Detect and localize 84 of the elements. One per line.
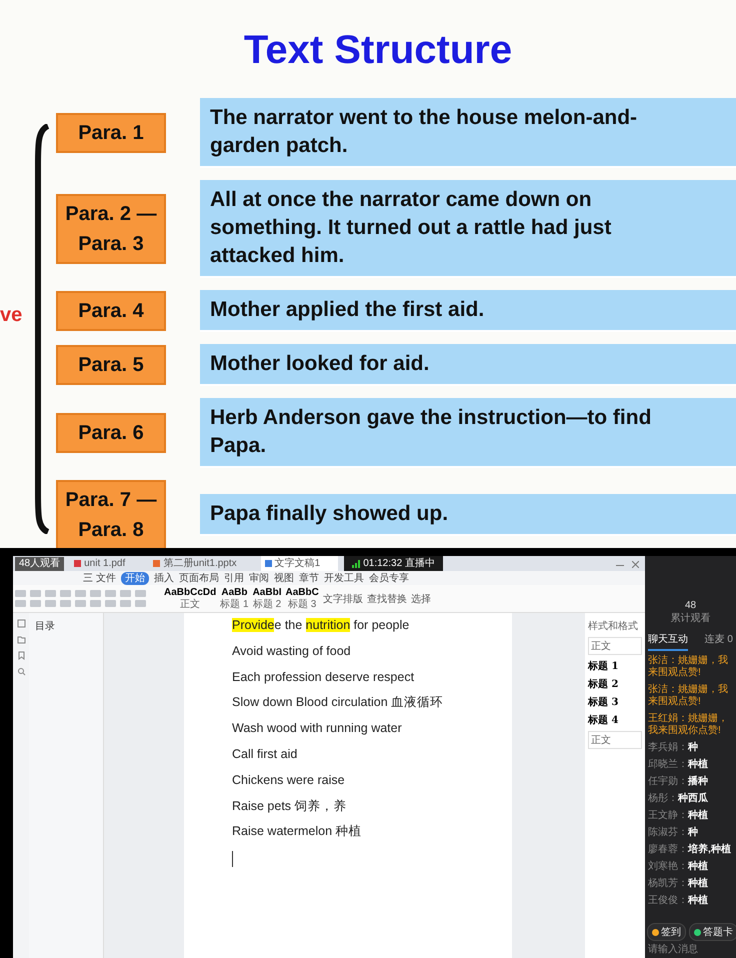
style-field[interactable]: 正文	[588, 637, 642, 655]
chat-message: 任宇勋：播种	[648, 776, 709, 788]
heading-style[interactable]: 标题 3	[588, 695, 642, 709]
toolbar-tool[interactable]: 选择	[410, 592, 431, 606]
toolbar-tool[interactable]: 查找替换	[366, 592, 407, 606]
menu-tab[interactable]: 视图	[274, 572, 294, 584]
view-count-label: 累计观看	[670, 612, 712, 626]
document-line: Providee the nutrition for people	[232, 617, 410, 634]
minimize-icon[interactable]	[616, 564, 624, 566]
pane-title: 目录	[35, 621, 55, 632]
document-line: Raise watermelon 种植	[232, 823, 363, 840]
summary-text: All at once the narrator came down on something. It turned out a rattle had just attacked him.	[200, 180, 736, 278]
file-tab[interactable]: unit 1.pdf	[70, 556, 144, 571]
style-field[interactable]: 正文	[588, 731, 642, 749]
document-line: Each profession deserve respect	[232, 668, 416, 686]
menu-tab[interactable]: 引用	[224, 572, 244, 584]
file-icon	[153, 560, 160, 567]
heading-style[interactable]: 标题 2	[588, 677, 642, 691]
side-label: ve	[0, 304, 22, 327]
chat-message: 陈淑芬：种	[648, 827, 699, 839]
menu-tab[interactable]: 开始	[120, 572, 149, 584]
heading-style[interactable]: 标题 1	[588, 659, 642, 673]
menu-tab[interactable]: 插入	[154, 572, 174, 584]
document-line: Wash wood with running water	[232, 720, 403, 738]
chat-message: 李兵娟：种	[648, 742, 699, 754]
close-icon[interactable]	[632, 560, 639, 568]
chat-message: 张洁：姚姗姗，我来围观点赞!	[648, 684, 729, 708]
paragraph-label: Para. 2 — Para. 3	[56, 194, 166, 264]
menu-tab[interactable]: 三 文件	[83, 572, 116, 584]
live-status: 01:12:32 直播中	[344, 556, 443, 571]
view-count: 48	[684, 600, 698, 612]
style-preset[interactable]: AaBbCcDd 正文	[164, 586, 216, 610]
document-line: Raise pets 饲养，养	[232, 798, 348, 815]
chat-message: 杨凯芳：种植	[648, 878, 709, 890]
chat-message: 张洁：姚姗姗，我来围观点赞!	[648, 655, 729, 679]
chat-message: 刘寒艳：种植	[648, 861, 709, 873]
menu-tab[interactable]: 开发工具	[324, 572, 364, 584]
toolbar-tool[interactable]: 文字排版	[322, 592, 363, 606]
summary-text: Papa finally showed up.	[200, 494, 736, 536]
chat-message: 邱晓兰：种植	[648, 759, 709, 771]
chat-message: 廖春蓉：培养,种植	[648, 844, 732, 856]
file-icon	[74, 560, 82, 567]
chat-tab[interactable]: 聊天互动	[648, 632, 688, 651]
paragraph-label: Para. 5	[56, 345, 166, 385]
style-preset[interactable]: AaBbC 标题 3	[285, 586, 319, 610]
style-preset[interactable]: AaBb 标题 1	[220, 586, 249, 610]
chat-action-button[interactable]: 答题卡	[689, 923, 736, 941]
bookmark-icon[interactable]	[16, 651, 26, 660]
paragraph-label: Para. 6	[56, 413, 166, 453]
menu-tab[interactable]: 章节	[298, 572, 319, 584]
chat-message: 王红娟：姚姗姗，我来围观你点赞!	[648, 713, 729, 737]
search-icon[interactable]	[16, 667, 26, 676]
slide-title: Text Structure	[242, 27, 514, 70]
document-line: Avoid wasting of food	[232, 642, 352, 660]
message-input[interactable]: 请输入消息	[645, 941, 736, 958]
summary-text: Mother looked for aid.	[200, 344, 736, 386]
document-line: Chickens were raise	[232, 772, 346, 789]
pane-title: 样式和格式	[588, 620, 639, 633]
menu-tab[interactable]: 会员专享	[368, 572, 409, 584]
document-line: Call first aid	[232, 746, 298, 763]
chat-action-button[interactable]: 签到	[647, 923, 686, 941]
text-cursor	[232, 851, 233, 868]
paragraph-label: Para. 1	[56, 113, 166, 153]
heading-style[interactable]: 标题 4	[588, 713, 642, 727]
folder-icon[interactable]	[16, 635, 26, 644]
paragraph-label: Para. 4	[56, 291, 166, 331]
summary-text: The narrator went to the house melon-and-garden patch.	[200, 98, 736, 168]
document-icon[interactable]	[16, 619, 26, 628]
summary-text: Herb Anderson gave the instruction—to find Papa.	[200, 398, 736, 468]
summary-text: Mother applied the first aid.	[200, 290, 736, 332]
chat-message: 王文静：种植	[648, 810, 709, 822]
paragraph-label: Para. 7 — Para. 8	[56, 480, 166, 548]
menu-tab[interactable]: 页面布局	[178, 572, 219, 584]
chat-message: 王俊俊：种植	[648, 895, 709, 907]
file-icon	[264, 560, 272, 567]
chat-message: 杨彤：种西瓜	[648, 793, 709, 805]
file-tab[interactable]: 第二册unit1.pptx	[149, 556, 255, 571]
document-line: Slow down Blood circulation 血液循环	[232, 694, 444, 712]
file-tab[interactable]: 文字文稿1	[260, 556, 338, 571]
viewer-count: 48人观看	[15, 556, 64, 570]
style-preset[interactable]: AaBbI 标题 2	[252, 586, 282, 610]
signal-icon	[352, 560, 360, 568]
chat-tab[interactable]: 连麦 0	[704, 632, 733, 651]
menu-tab[interactable]: 审阅	[248, 572, 269, 584]
